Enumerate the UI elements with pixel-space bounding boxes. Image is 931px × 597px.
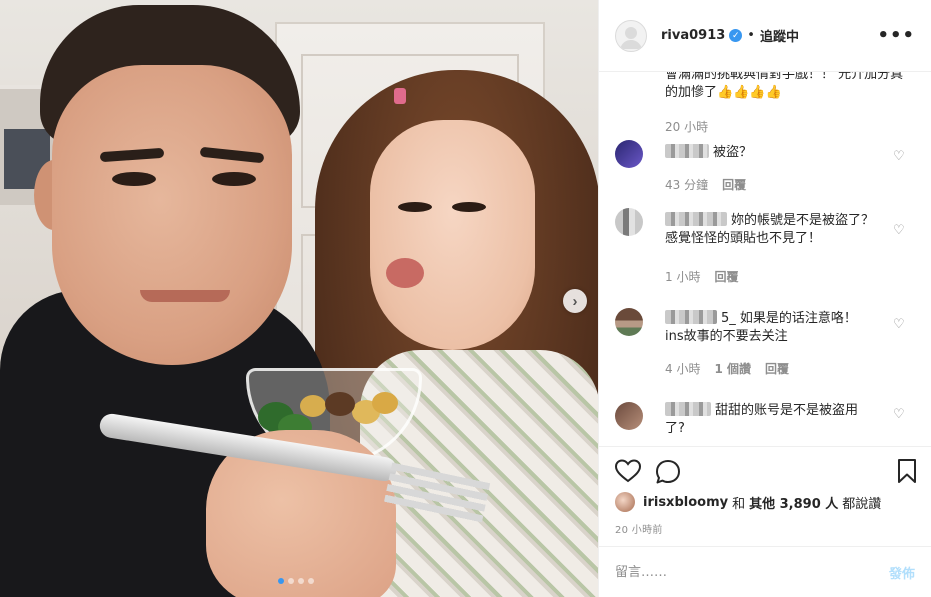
post-photo[interactable]: › — [0, 0, 598, 597]
default-avatar-icon — [620, 26, 642, 49]
comment-body: 妳的帳號是不是被盜了？感覺怪怪的頭貼也不見了！ — [665, 212, 875, 248]
reply-button[interactable]: 回覆 — [714, 268, 738, 285]
comment-text: 被盜？ — [713, 145, 753, 160]
blurred-username — [665, 144, 709, 158]
comment-box: 發佈 — [599, 546, 931, 597]
like-summary: irisxbloomy 和 其他 3,890 人 都說讚 — [615, 492, 881, 512]
post-header: riva0913 ✓ • 追蹤中 ••• — [599, 0, 931, 72]
action-bar — [599, 446, 931, 496]
post-timestamp[interactable]: 20 小時前 — [615, 521, 663, 536]
man-eye-right — [212, 172, 256, 186]
bookmark-icon[interactable] — [897, 459, 917, 483]
liker-username[interactable]: irisxbloomy — [643, 495, 728, 510]
man-face — [52, 65, 292, 365]
carousel-dot — [298, 578, 304, 584]
reply-button[interactable]: 回覆 — [722, 176, 746, 193]
comment-body: 5_ 如果是的话注意咯！ins故事的不要去关注 — [665, 310, 875, 346]
chevron-right-icon: › — [572, 292, 578, 310]
caption-time: 20 小時 — [665, 120, 709, 134]
liker-avatar[interactable] — [615, 492, 635, 512]
more-icon[interactable]: ••• — [877, 25, 915, 46]
comment-body: 甜甜的账号是不是被盗用了? — [665, 402, 875, 438]
like-heart-icon[interactable]: ♡ — [893, 318, 907, 332]
blurred-username — [665, 310, 717, 324]
comment-time: 4 小時 — [665, 362, 701, 376]
potato — [300, 395, 326, 417]
reply-button[interactable]: 回覆 — [765, 360, 789, 377]
comment-meta: 4 小時 1 個讚 回覆 — [665, 360, 789, 377]
separator: • — [747, 28, 755, 43]
blurred-username — [665, 212, 727, 226]
avatar[interactable] — [615, 19, 647, 52]
like-heart-icon[interactable]: ♡ — [893, 150, 907, 164]
comment-avatar[interactable] — [615, 208, 643, 236]
carousel-dot — [308, 578, 314, 584]
carousel-indicator — [278, 578, 314, 584]
post-comment-button[interactable]: 發佈 — [889, 563, 915, 582]
likes-others-link[interactable]: 其他 3,890 人 — [749, 493, 838, 512]
follow-status-button[interactable]: 追蹤中 — [760, 26, 799, 45]
post-side-panel: riva0913 ✓ • 追蹤中 ••• 會滿滿的挑戰與情對手戲！！ 光介加分真… — [598, 0, 931, 597]
comment-meta: 43 分鐘 回覆 — [665, 176, 746, 193]
carousel-next-button[interactable]: › — [563, 289, 587, 313]
comment-meta: 1 小時 回覆 — [665, 268, 738, 285]
comment-input[interactable] — [615, 564, 889, 580]
comment-icon[interactable] — [655, 459, 681, 485]
woman-face — [370, 120, 535, 350]
hair-clip — [394, 88, 406, 104]
potato — [372, 392, 398, 414]
comment-like-count[interactable]: 1 個讚 — [714, 360, 751, 377]
comment-list: 會滿滿的挑戰與情對手戲！！ 光介加分真的加慘了👍👍👍👍 20 小時 被盜？ ♡ … — [599, 72, 931, 446]
woman-eye-left — [398, 202, 432, 212]
caption-text: 會滿滿的挑戰與情對手戲！！ 光介加分真的加慘了👍👍👍👍 — [665, 72, 904, 100]
meat — [325, 392, 355, 416]
carousel-dot — [278, 578, 284, 584]
comment-body: 被盜？ — [665, 144, 875, 162]
woman-lips — [386, 258, 424, 288]
carousel-dot — [288, 578, 294, 584]
like-heart-icon[interactable]: ♡ — [893, 408, 907, 422]
blurred-username — [665, 402, 711, 416]
likes-and: 和 — [732, 496, 746, 512]
verified-icon: ✓ — [729, 29, 743, 42]
comment-avatar[interactable] — [615, 140, 643, 168]
like-heart-icon[interactable]: ♡ — [893, 224, 907, 238]
man-mouth — [140, 290, 230, 302]
comment-time: 43 分鐘 — [665, 178, 709, 192]
likes-suffix: 都說讚 — [842, 496, 882, 512]
comment-avatar[interactable] — [615, 308, 643, 336]
comment-avatar[interactable] — [615, 402, 643, 430]
username[interactable]: riva0913 — [661, 28, 725, 43]
comment-time: 1 小時 — [665, 270, 701, 284]
woman-eye-right — [452, 202, 486, 212]
heart-icon[interactable] — [615, 459, 641, 483]
man-eye-left — [112, 172, 156, 186]
